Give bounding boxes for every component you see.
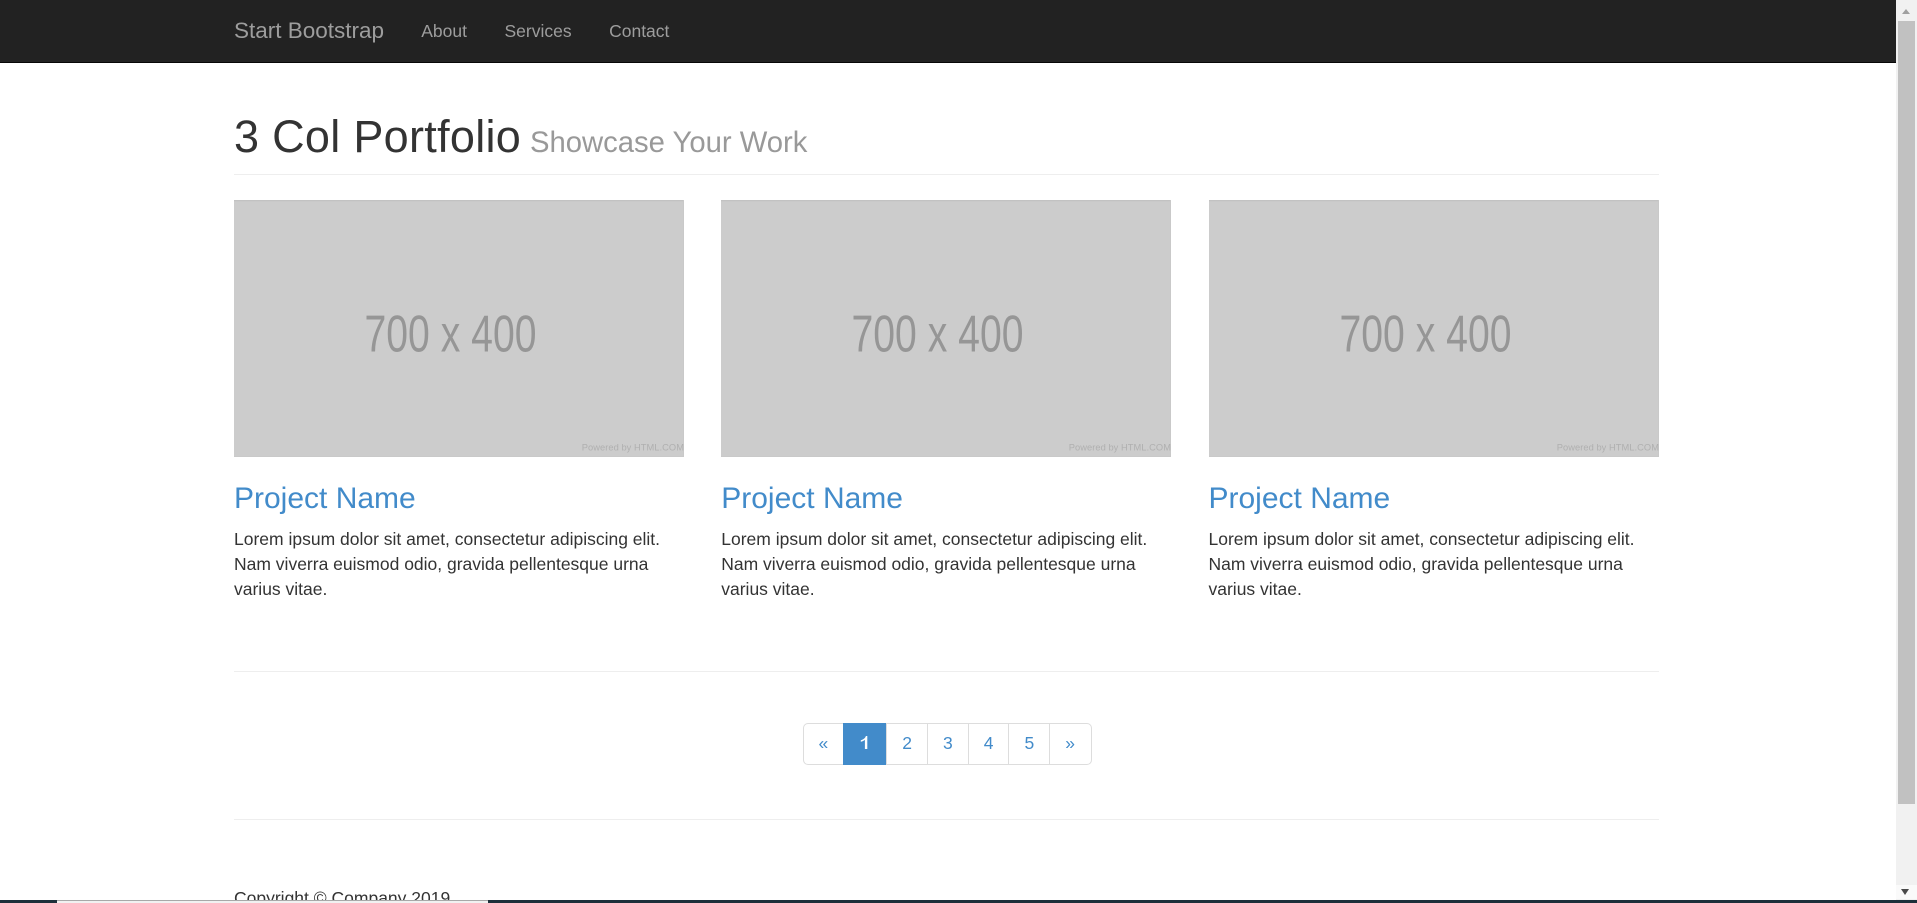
svg-text:700 x 400: 700 x 400 <box>365 305 537 363</box>
svg-text:700 x 400: 700 x 400 <box>852 305 1024 363</box>
svg-text:Powered by HTML.COM: Powered by HTML.COM <box>1556 442 1658 452</box>
svg-text:Powered by HTML.COM: Powered by HTML.COM <box>582 442 684 452</box>
svg-text:700 x 400: 700 x 400 <box>1339 305 1511 363</box>
svg-text:Powered by HTML.COM: Powered by HTML.COM <box>1069 442 1171 452</box>
